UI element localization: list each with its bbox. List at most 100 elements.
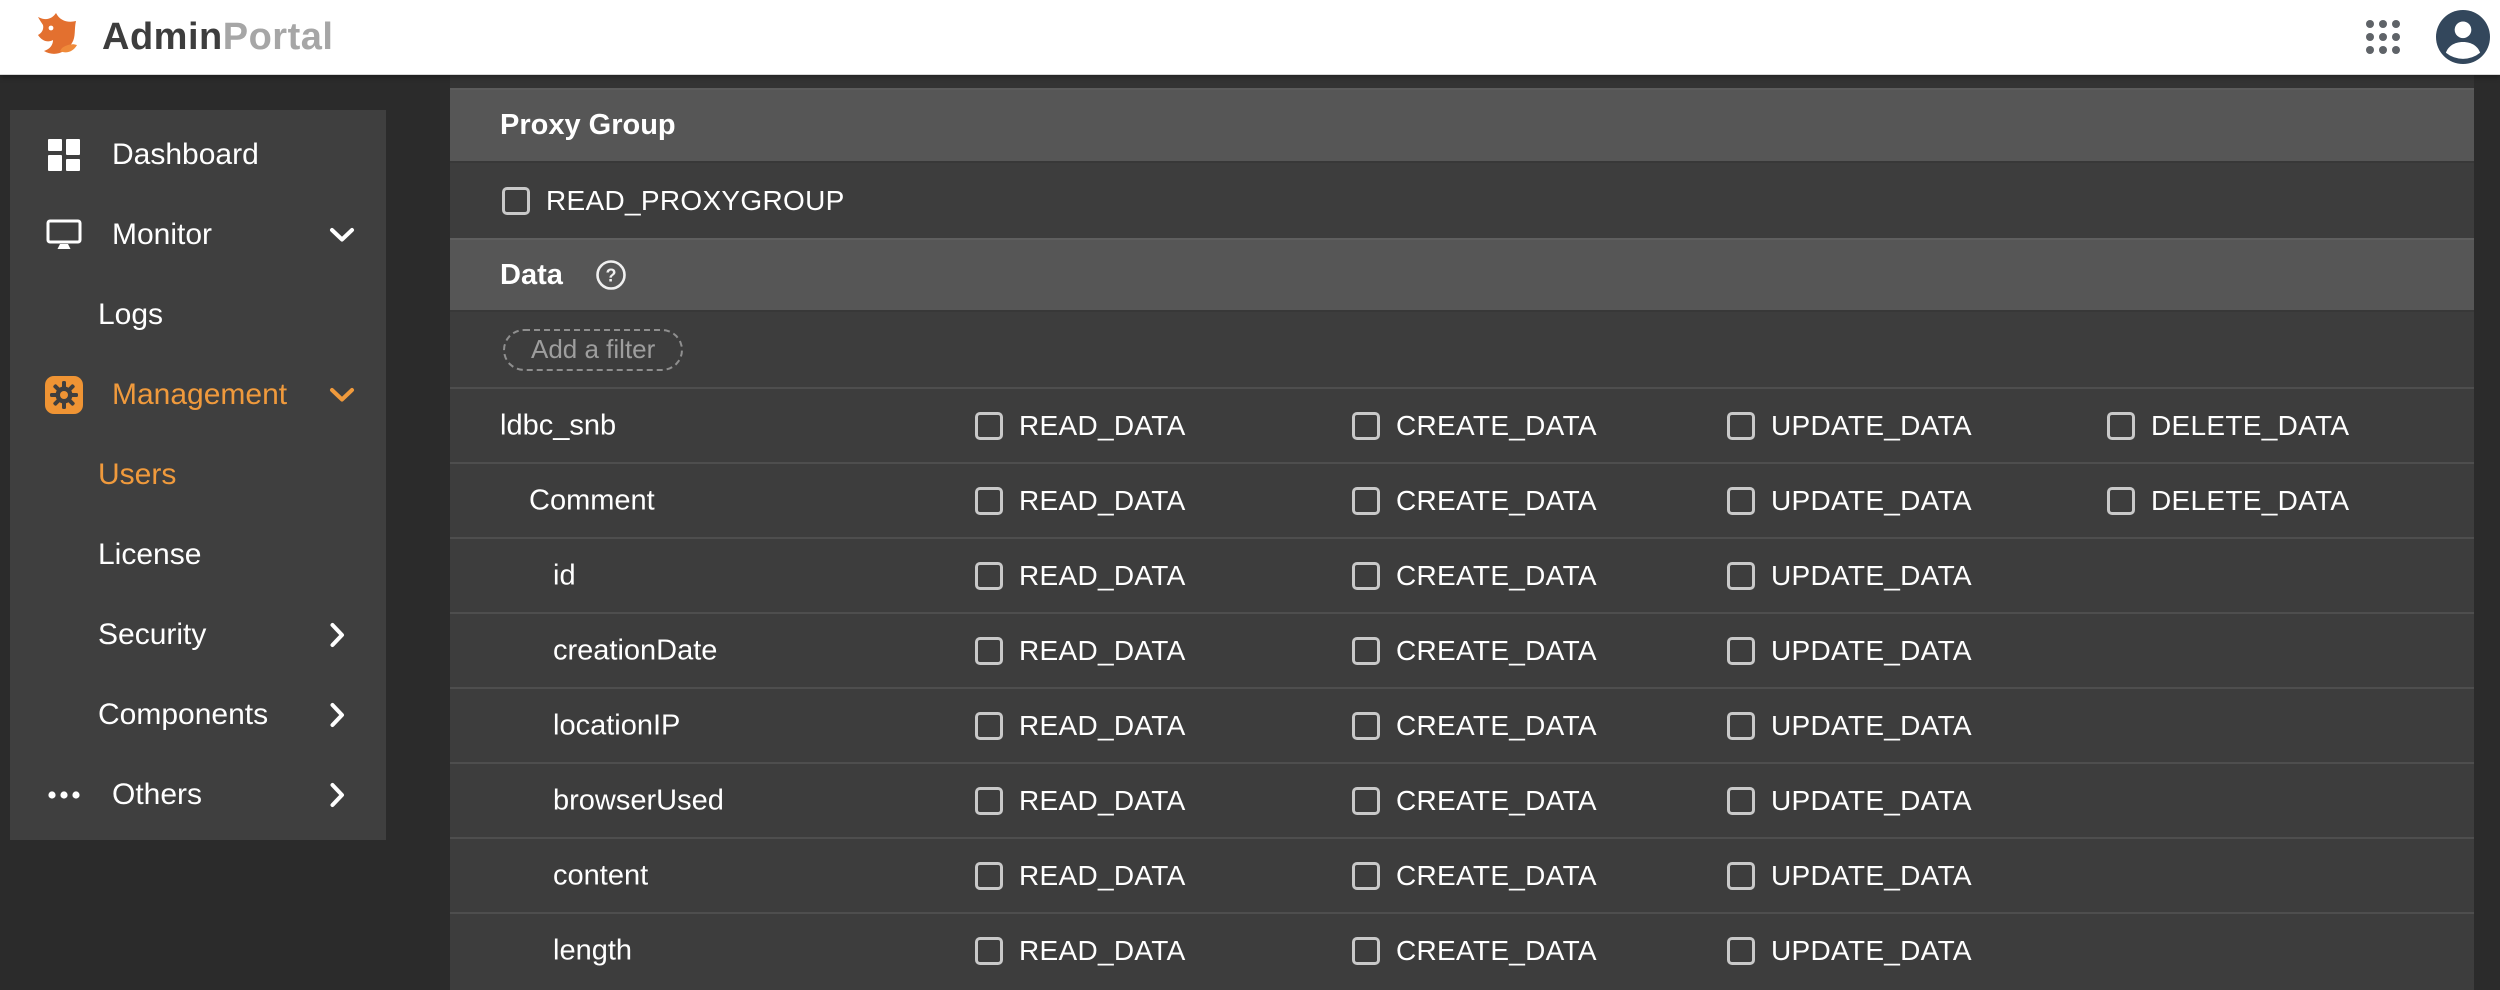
sidebar-item-logs[interactable]: Logs: [10, 275, 386, 355]
add-filter-button[interactable]: Add a filter: [503, 329, 683, 371]
sidebar-item-others[interactable]: Others: [10, 755, 386, 835]
permission-checkbox-group: READ_DATA: [975, 635, 1186, 667]
permission-checkbox-group: CREATE_DATA: [1352, 485, 1597, 517]
permission-checkbox-group: UPDATE_DATA: [1727, 560, 1972, 592]
checkbox-read_data-ldbc_snb[interactable]: [975, 412, 1003, 440]
checkbox-update_data-content[interactable]: [1727, 862, 1755, 890]
chevron-right-icon: [328, 781, 346, 809]
checkbox-create_data-content[interactable]: [1352, 862, 1380, 890]
section-title: Data: [500, 259, 563, 292]
top-header: AdminPortal: [0, 0, 2500, 75]
checkbox-create_data-creationdate[interactable]: [1352, 637, 1380, 665]
permission-checkbox-group: DELETE_DATA: [2107, 410, 2349, 442]
sidebar-item-security[interactable]: Security: [10, 595, 386, 675]
row-label: creationDate: [553, 634, 717, 667]
sidebar-nav: Dashboard Monitor Logs Management Users …: [10, 110, 386, 840]
checkbox-read_data-length[interactable]: [975, 937, 1003, 965]
filter-row: Add a filter: [450, 312, 2474, 387]
checkbox-label: READ_DATA: [1019, 635, 1186, 667]
fox-logo-icon: [30, 7, 86, 68]
checkbox-label: READ_DATA: [1019, 935, 1186, 967]
monitor-icon: [44, 219, 84, 251]
checkbox-update_data-length[interactable]: [1727, 937, 1755, 965]
section-header-proxy-group: Proxy Group: [450, 90, 2474, 163]
permission-checkbox-group: CREATE_DATA: [1352, 785, 1597, 817]
checkbox-update_data-locationip[interactable]: [1727, 712, 1755, 740]
scrolled-row-strip: [450, 75, 2474, 90]
checkbox-label: UPDATE_DATA: [1771, 635, 1972, 667]
permission-checkbox-group: CREATE_DATA: [1352, 935, 1597, 967]
brand-logo[interactable]: AdminPortal: [30, 7, 333, 68]
row-label: browserUsed: [553, 784, 724, 817]
checkbox-label: DELETE_DATA: [2151, 410, 2349, 442]
checkbox-label: READ_DATA: [1019, 860, 1186, 892]
checkbox-label: READ_DATA: [1019, 785, 1186, 817]
checkbox-read_data-id[interactable]: [975, 562, 1003, 590]
checkbox-label: READ_DATA: [1019, 560, 1186, 592]
checkbox-label: UPDATE_DATA: [1771, 560, 1972, 592]
checkbox-create_data-comment[interactable]: [1352, 487, 1380, 515]
checkbox-read_data-comment[interactable]: [975, 487, 1003, 515]
apps-grid-icon[interactable]: [2360, 14, 2406, 60]
checkbox-update_data-creationdate[interactable]: [1727, 637, 1755, 665]
table-row: creationDate READ_DATA CREATE_DATA UPDAT…: [450, 612, 2474, 687]
row-label: id: [553, 559, 576, 592]
sidebar-item-users[interactable]: Users: [10, 435, 386, 515]
checkbox-update_data-id[interactable]: [1727, 562, 1755, 590]
checkbox-label: CREATE_DATA: [1396, 710, 1597, 742]
table-row: browserUsed READ_DATA CREATE_DATA UPDATE…: [450, 762, 2474, 837]
permission-checkbox-group: DELETE_DATA: [2107, 485, 2349, 517]
checkbox-delete_data-ldbc_snb[interactable]: [2107, 412, 2135, 440]
checkbox-read-proxygroup[interactable]: [502, 187, 530, 215]
checkbox-update_data-ldbc_snb[interactable]: [1727, 412, 1755, 440]
checkbox-create_data-ldbc_snb[interactable]: [1352, 412, 1380, 440]
sidebar-item-license[interactable]: License: [10, 515, 386, 595]
checkbox-update_data-browserused[interactable]: [1727, 787, 1755, 815]
checkbox-label: READ_DATA: [1019, 410, 1186, 442]
checkbox-create_data-browserused[interactable]: [1352, 787, 1380, 815]
permission-checkbox-group: UPDATE_DATA: [1727, 785, 1972, 817]
brand-name: AdminPortal: [102, 16, 333, 59]
ellipsis-icon: [44, 790, 84, 800]
sidebar-item-label: Others: [112, 778, 202, 812]
sidebar-item-label: Monitor: [112, 218, 212, 252]
checkbox-update_data-comment[interactable]: [1727, 487, 1755, 515]
sidebar-item-label: Logs: [98, 298, 163, 332]
chevron-right-icon: [328, 701, 346, 729]
checkbox-label: CREATE_DATA: [1396, 935, 1597, 967]
table-row: ldbc_snb READ_DATA CREATE_DATA UPDATE_DA…: [450, 387, 2474, 462]
table-row: locationIP READ_DATA CREATE_DATA UPDATE_…: [450, 687, 2474, 762]
user-avatar-icon[interactable]: [2436, 10, 2490, 64]
checkbox-read_data-locationip[interactable]: [975, 712, 1003, 740]
checkbox-create_data-locationip[interactable]: [1352, 712, 1380, 740]
section-header-data: Data ?: [450, 238, 2474, 312]
checkbox-delete_data-comment[interactable]: [2107, 487, 2135, 515]
row-label: Comment: [529, 484, 655, 517]
help-icon[interactable]: ?: [595, 259, 627, 291]
sidebar-item-components[interactable]: Components: [10, 675, 386, 755]
permission-checkbox-group: CREATE_DATA: [1352, 710, 1597, 742]
checkbox-label: CREATE_DATA: [1396, 485, 1597, 517]
proxygroup-permission-row: READ_PROXYGROUP: [450, 163, 2474, 238]
permission-checkbox-group: CREATE_DATA: [1352, 635, 1597, 667]
row-label: length: [553, 934, 632, 967]
permission-checkbox-group: UPDATE_DATA: [1727, 860, 1972, 892]
checkbox-create_data-id[interactable]: [1352, 562, 1380, 590]
checkbox-read_data-creationdate[interactable]: [975, 637, 1003, 665]
sidebar-item-monitor[interactable]: Monitor: [10, 195, 386, 275]
checkbox-read_data-browserused[interactable]: [975, 787, 1003, 815]
sidebar-item-management[interactable]: Management: [10, 355, 386, 435]
row-label: ldbc_snb: [500, 409, 616, 442]
svg-text:?: ?: [605, 266, 616, 286]
checkbox-create_data-length[interactable]: [1352, 937, 1380, 965]
permission-checkbox-group: UPDATE_DATA: [1727, 485, 1972, 517]
sidebar-item-label: Management: [112, 378, 287, 412]
sidebar-item-label: Components: [98, 698, 268, 732]
checkbox-label: UPDATE_DATA: [1771, 410, 1972, 442]
section-title: Proxy Group: [500, 109, 676, 142]
sidebar-item-dashboard[interactable]: Dashboard: [10, 115, 386, 195]
permission-checkbox-group: CREATE_DATA: [1352, 860, 1597, 892]
checkbox-label: READ_PROXYGROUP: [546, 185, 845, 217]
checkbox-label: READ_DATA: [1019, 710, 1186, 742]
checkbox-read_data-content[interactable]: [975, 862, 1003, 890]
